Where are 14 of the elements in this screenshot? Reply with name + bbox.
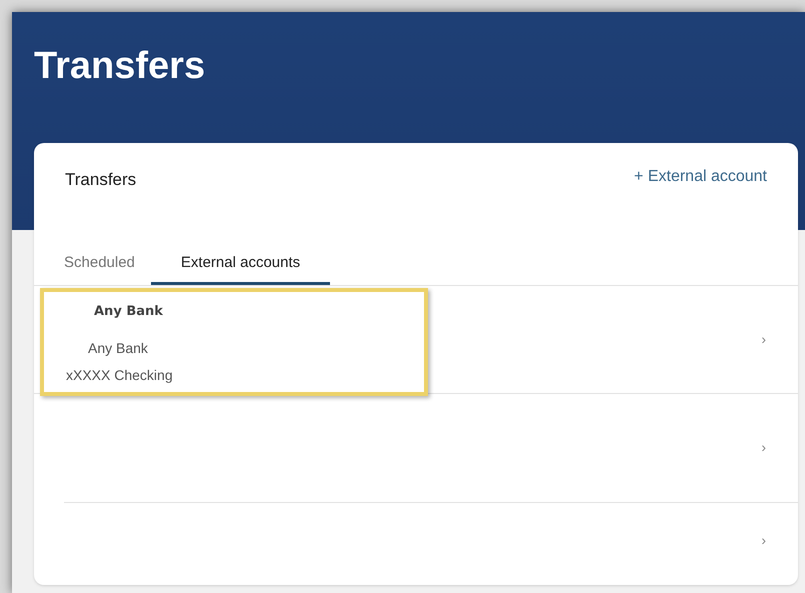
chevron-icon[interactable]: › <box>761 328 766 350</box>
page-title: Transfers <box>34 44 206 88</box>
account-number: xXXXX Checking <box>66 366 173 385</box>
tab[interactable]: External accounts <box>150 244 330 284</box>
tab[interactable]: Scheduled <box>48 244 151 284</box>
bank-name: Any Bank <box>88 338 148 358</box>
card-title: Transfers <box>65 169 136 191</box>
chevron-icon[interactable]: › <box>761 437 766 458</box>
add-account-link[interactable]: + External account <box>634 165 767 189</box>
account-name: Any Bank <box>94 302 163 320</box>
account-row[interactable]: Any Bank Any Bank xXXXX Checking › <box>34 286 798 394</box>
account-row[interactable]: › <box>64 394 798 502</box>
account-row[interactable]: › <box>34 502 798 578</box>
chevron-icon[interactable]: › <box>761 530 766 550</box>
